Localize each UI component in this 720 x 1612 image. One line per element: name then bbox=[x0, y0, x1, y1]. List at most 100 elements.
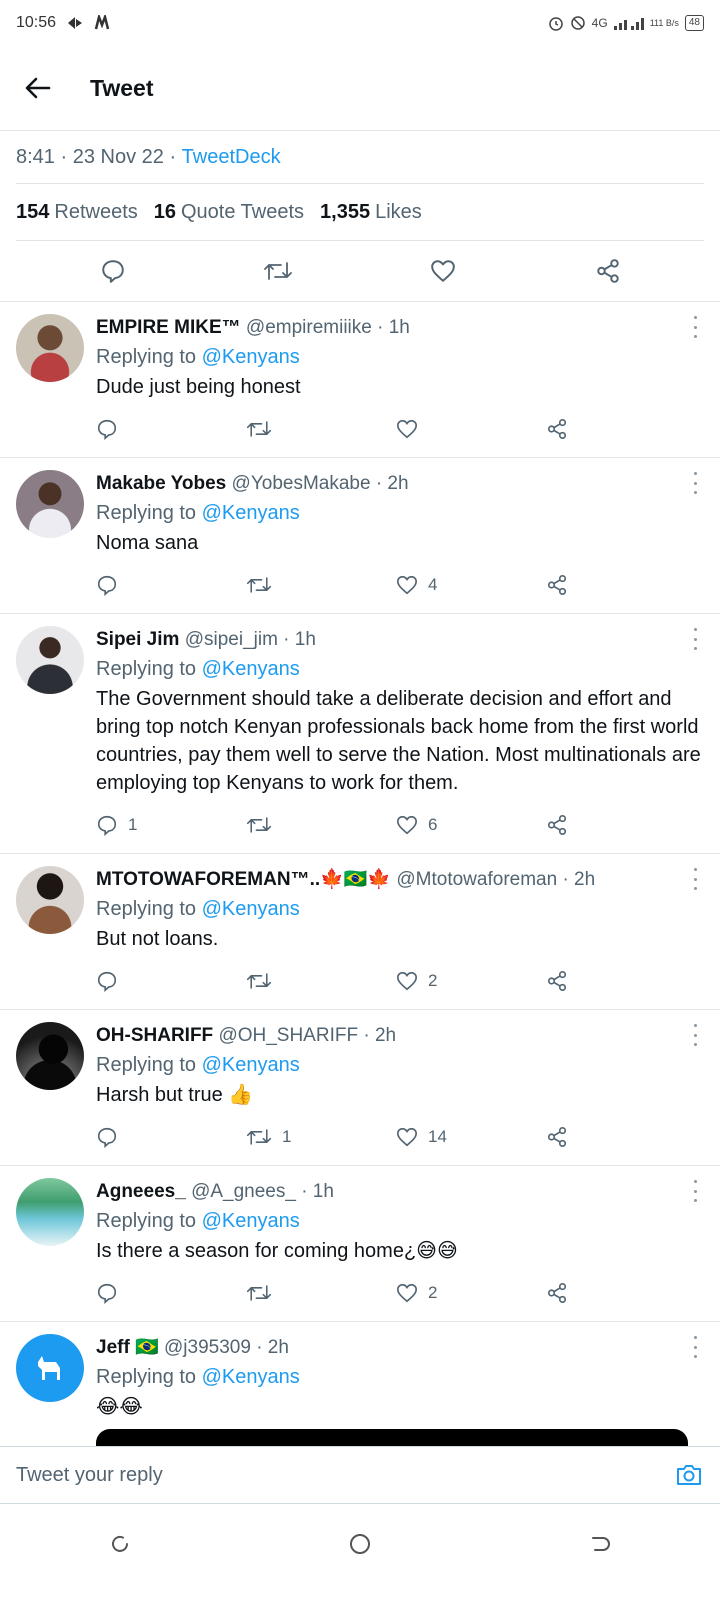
mention-link[interactable]: @Kenyans bbox=[202, 1210, 300, 1232]
retweet-icon bbox=[246, 577, 272, 593]
reply-button[interactable]: 1 bbox=[96, 814, 246, 836]
retweet-button[interactable] bbox=[246, 1282, 396, 1304]
more-options-button[interactable] bbox=[694, 1180, 700, 1202]
reply-actions: 2 bbox=[96, 953, 704, 1009]
retweet-button[interactable] bbox=[246, 574, 396, 596]
like-button[interactable]: 4 bbox=[396, 574, 546, 596]
like-button[interactable]: 6 bbox=[396, 814, 546, 836]
recent-apps-button[interactable] bbox=[105, 1529, 135, 1559]
share-button[interactable] bbox=[546, 1126, 568, 1148]
share-button[interactable] bbox=[593, 256, 623, 286]
avatar[interactable] bbox=[16, 314, 84, 382]
avatar[interactable] bbox=[16, 1334, 84, 1402]
replying-to: Replying to @Kenyans bbox=[96, 1054, 300, 1076]
share-button[interactable] bbox=[546, 1282, 568, 1304]
share-button[interactable] bbox=[546, 970, 568, 992]
back-button[interactable] bbox=[22, 72, 54, 104]
comment-icon bbox=[97, 971, 117, 992]
system-back-button[interactable] bbox=[585, 1529, 615, 1559]
mention-link[interactable]: @Kenyans bbox=[202, 1054, 300, 1076]
reply-author-name[interactable]: Sipei Jim bbox=[96, 629, 179, 650]
more-options-button[interactable] bbox=[694, 868, 700, 890]
reply-item[interactable]: Sipei Jim @sipei_jim · 1h Replying to @K… bbox=[0, 614, 720, 854]
more-options-button[interactable] bbox=[694, 472, 700, 494]
tweet-source-link[interactable]: TweetDeck bbox=[182, 146, 281, 169]
reply-author-name[interactable]: MTOTOWAFOREMAN™..🍁🇧🇷🍁 bbox=[96, 869, 391, 890]
home-button[interactable] bbox=[345, 1529, 375, 1559]
like-button[interactable]: 2 bbox=[396, 970, 546, 992]
network-speed: 111 B/s bbox=[649, 18, 679, 28]
more-options-button[interactable] bbox=[694, 628, 700, 650]
reply-text: The Government should take a deliberate … bbox=[96, 688, 701, 794]
share-button[interactable] bbox=[546, 574, 568, 596]
reply-author-name[interactable]: EMPIRE MIKE™ bbox=[96, 317, 241, 338]
reply-input[interactable] bbox=[16, 1463, 674, 1487]
reply-author-name[interactable]: OH-SHARIFF bbox=[96, 1025, 213, 1046]
reply-author-name[interactable]: Makabe Yobes bbox=[96, 473, 226, 494]
system-nav-bar bbox=[0, 1504, 720, 1612]
mention-link[interactable]: @Kenyans bbox=[202, 346, 300, 368]
heart-icon bbox=[397, 1283, 417, 1303]
like-button[interactable]: 14 bbox=[396, 1126, 546, 1148]
network-type: 4G bbox=[591, 16, 608, 30]
mention-link[interactable]: @Kenyans bbox=[202, 898, 300, 920]
reply-author-name[interactable]: Agneees_ bbox=[96, 1181, 186, 1202]
mention-link[interactable]: @Kenyans bbox=[202, 1366, 300, 1388]
more-options-button[interactable] bbox=[694, 1024, 700, 1046]
reply-text: Harsh but true 👍 bbox=[96, 1084, 254, 1106]
retweets-stat[interactable]: 154 Retweets bbox=[16, 201, 138, 224]
reply-actions: 2 bbox=[96, 1265, 704, 1321]
comment-icon bbox=[97, 1127, 117, 1148]
tweet-meta: 8:41 · 23 Nov 22 · TweetDeck bbox=[16, 145, 281, 169]
reply-button[interactable] bbox=[98, 256, 128, 286]
share-icon bbox=[547, 1127, 567, 1147]
reply-button[interactable] bbox=[96, 1126, 246, 1148]
avatar[interactable] bbox=[16, 626, 84, 694]
reply-button[interactable] bbox=[96, 1282, 246, 1304]
arrow-left-icon bbox=[25, 77, 51, 99]
more-options-button[interactable] bbox=[694, 1336, 700, 1358]
back-curve-icon bbox=[592, 1537, 610, 1551]
quote-tweets-stat[interactable]: 16 Quote Tweets bbox=[154, 201, 304, 224]
share-icon bbox=[547, 815, 567, 835]
like-button[interactable] bbox=[396, 418, 546, 440]
add-photo-button[interactable] bbox=[674, 1460, 704, 1490]
retweet-button[interactable] bbox=[246, 970, 396, 992]
mention-link[interactable]: @Kenyans bbox=[202, 502, 300, 524]
status-bar: 10:56 4G 111 B/s 48 bbox=[0, 0, 720, 46]
like-button[interactable] bbox=[428, 256, 458, 286]
reply-author-name[interactable]: Jeff 🇧🇷 bbox=[96, 1337, 159, 1358]
reply-actions: 4 bbox=[96, 557, 704, 613]
like-button[interactable]: 2 bbox=[396, 1282, 546, 1304]
comment-icon bbox=[97, 815, 117, 836]
avatar[interactable] bbox=[16, 470, 84, 538]
likes-stat[interactable]: 1,355 Likes bbox=[320, 201, 422, 224]
recents-icon bbox=[112, 1535, 128, 1552]
avatar[interactable] bbox=[16, 866, 84, 934]
retweet-button[interactable] bbox=[246, 814, 396, 836]
heart-icon bbox=[397, 419, 417, 439]
retweet-icon bbox=[263, 262, 292, 280]
reply-text: 😂😂 bbox=[96, 1396, 143, 1418]
share-icon bbox=[596, 259, 619, 283]
retweet-button[interactable] bbox=[263, 256, 293, 286]
reply-composer bbox=[0, 1446, 720, 1504]
reply-item[interactable]: MTOTOWAFOREMAN™..🍁🇧🇷🍁 @Mtotowaforeman · … bbox=[0, 854, 720, 1010]
avatar[interactable] bbox=[16, 1178, 84, 1246]
reply-item[interactable]: Makabe Yobes @YobesMakabe · 2h Replying … bbox=[0, 458, 720, 614]
reply-button[interactable] bbox=[96, 970, 246, 992]
reply-item[interactable]: OH-SHARIFF @OH_SHARIFF · 2h Replying to … bbox=[0, 1010, 720, 1166]
retweet-button[interactable] bbox=[246, 418, 396, 440]
retweet-button[interactable]: 1 bbox=[246, 1126, 396, 1148]
share-button[interactable] bbox=[546, 814, 568, 836]
reply-button[interactable] bbox=[96, 418, 246, 440]
home-circle-icon bbox=[350, 1534, 370, 1554]
more-options-button[interactable] bbox=[694, 316, 700, 338]
mention-link[interactable]: @Kenyans bbox=[202, 658, 300, 680]
share-button[interactable] bbox=[546, 418, 568, 440]
reply-item[interactable]: Agneees_ @A_gnees_ · 1h Replying to @Ken… bbox=[0, 1166, 720, 1322]
reply-button[interactable] bbox=[96, 574, 246, 596]
reply-item[interactable]: EMPIRE MIKE™ @empiremiiike · 1h Replying… bbox=[0, 302, 720, 458]
reply-handle: @j395309 · 2h bbox=[164, 1337, 289, 1358]
avatar[interactable] bbox=[16, 1022, 84, 1090]
